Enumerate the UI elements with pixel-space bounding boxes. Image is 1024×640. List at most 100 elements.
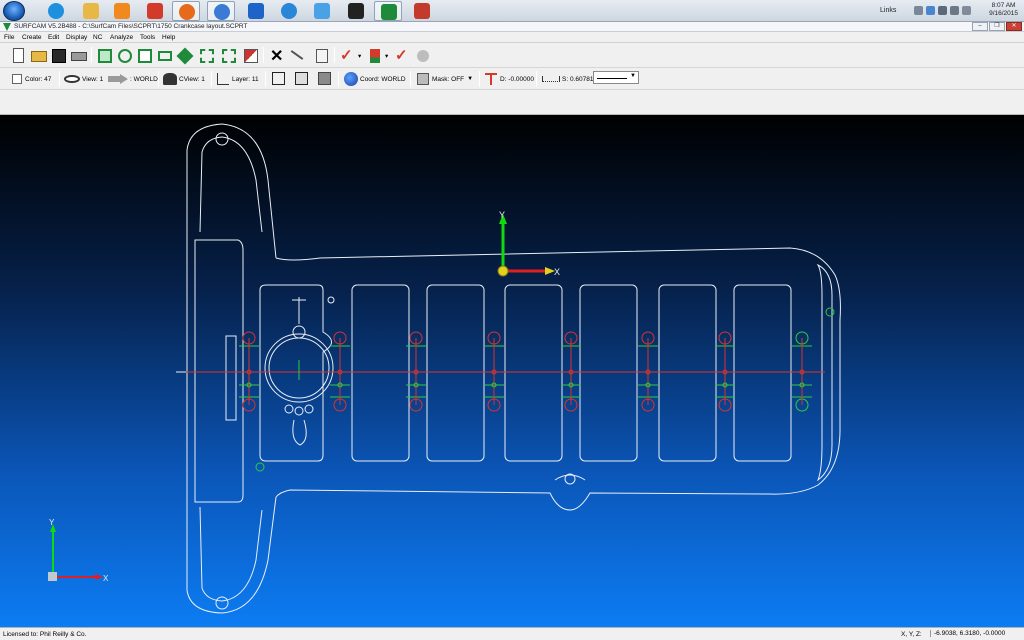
mask-selector[interactable]: Mask: OFF ▼ — [417, 72, 473, 86]
shaded-cube-icon — [318, 72, 331, 85]
redraw-button[interactable] — [242, 47, 260, 65]
delete-button[interactable]: ✕ — [268, 47, 286, 65]
taskbar-app-solidworks[interactable] — [141, 1, 169, 21]
left-slot — [225, 335, 237, 421]
work-axis-x-label: X — [554, 267, 560, 277]
menu-nc[interactable]: NC — [93, 34, 102, 41]
hidden-line-view-button[interactable] — [293, 70, 311, 88]
cursor-coordinates-value: -6.9038, 6.3180, -0.0000 — [930, 630, 1005, 637]
taskbar-app-windows[interactable] — [308, 1, 336, 21]
operations-check-icon: ✓ — [395, 47, 408, 64]
tray-app-icon[interactable] — [962, 6, 971, 15]
taskbar-app-firefox[interactable] — [172, 1, 200, 21]
surfcam-icon — [381, 4, 397, 20]
toolbar-separator — [211, 71, 212, 87]
minimize-button[interactable]: – — [972, 22, 988, 31]
taskbar-app-surfcam[interactable] — [374, 1, 402, 21]
bore-bottom-hole-right — [304, 404, 314, 414]
toolbar-separator — [334, 47, 335, 63]
cview-selector[interactable]: CView: 1 — [163, 72, 205, 86]
taskbar-app-globe[interactable] — [275, 1, 303, 21]
tray-volume-icon[interactable] — [950, 6, 959, 15]
taskbar-app-internet-explorer[interactable] — [42, 1, 70, 21]
open-file-button[interactable] — [30, 47, 48, 65]
crankcase-drawing: Y X Y X — [48, 123, 841, 614]
trim-button[interactable] — [288, 47, 306, 65]
coordinate-selector[interactable]: Coord: WORLD — [344, 72, 406, 86]
world-arrow-icon — [108, 74, 128, 84]
mask-dropdown-arrow-icon[interactable]: ▼ — [467, 76, 473, 82]
tray-network-icon[interactable] — [938, 6, 947, 15]
taskbar-app-dark[interactable] — [342, 1, 370, 21]
bottom-ear-hole — [215, 596, 229, 610]
tray-flag-icon[interactable] — [926, 6, 935, 15]
restore-button[interactable]: ❐ — [989, 22, 1005, 31]
world-label: : WORLD — [130, 75, 158, 83]
taskbar-app-media-player[interactable] — [108, 1, 136, 21]
operations-button[interactable]: ✓ — [394, 47, 412, 65]
menu-analyze[interactable]: Analyze — [110, 34, 133, 41]
line-style-preview — [597, 78, 627, 79]
menu-file[interactable]: File — [4, 34, 14, 41]
spacing-selector[interactable]: S: 0.60781 — [542, 72, 593, 86]
folder-icon — [83, 3, 99, 19]
depth-label: D: -0.00000 — [500, 75, 534, 83]
wireframe-view-button[interactable] — [270, 70, 288, 88]
globe-icon — [281, 3, 297, 19]
bay-4 — [504, 284, 563, 462]
tool-button[interactable] — [366, 47, 384, 65]
zoom-fit-button[interactable] — [156, 47, 174, 65]
verify-button[interactable]: ✓ — [339, 47, 357, 65]
calculator-button[interactable] — [313, 47, 331, 65]
line-style-dropdown[interactable]: ▼ — [593, 71, 639, 84]
new-file-button[interactable] — [10, 47, 28, 65]
shaded-view-button[interactable] — [316, 70, 334, 88]
taskbar-app-image[interactable] — [408, 1, 436, 21]
tray-clock[interactable]: 8:07 AM 9/16/2015 — [989, 2, 1018, 18]
save-button[interactable] — [50, 47, 68, 65]
construction-plane-selector[interactable]: : WORLD — [108, 72, 158, 86]
zoom-out-button[interactable] — [220, 47, 238, 65]
depth-selector[interactable]: D: -0.00000 — [485, 72, 534, 86]
color-selector[interactable]: Color: 47 — [12, 72, 51, 86]
main-body-outline — [275, 247, 841, 511]
menu-help[interactable]: Help — [162, 34, 175, 41]
bottom-ear-inner — [199, 506, 263, 602]
close-button[interactable]: ✕ — [1006, 22, 1022, 31]
zoom-all-button[interactable] — [96, 47, 114, 65]
taskbar-app-file-explorer[interactable] — [77, 1, 105, 21]
pan-arrows-icon — [176, 47, 194, 65]
view-selector[interactable]: View: 1 — [64, 72, 103, 86]
taskbar-app-6[interactable] — [242, 1, 270, 21]
layer-label: Layer: 11 — [232, 75, 259, 83]
layer-selector[interactable]: Layer: 11 — [217, 72, 259, 86]
disabled-tool-button[interactable] — [414, 47, 432, 65]
verify-dropdown-arrow-icon[interactable]: ▾ — [358, 49, 361, 63]
top-ear-inner — [199, 136, 263, 233]
solidworks-icon — [147, 3, 163, 19]
menu-tools[interactable]: Tools — [140, 34, 155, 41]
menu-edit[interactable]: Edit — [48, 34, 59, 41]
taskbar-app-browser[interactable] — [207, 1, 235, 21]
menu-display[interactable]: Display — [66, 34, 87, 41]
pan-button[interactable] — [176, 47, 194, 65]
view-triad: Y X — [48, 518, 109, 583]
menu-create[interactable]: Create — [22, 34, 42, 41]
tool-dropdown-arrow-icon[interactable]: ▾ — [385, 49, 388, 63]
windows-start-button[interactable] — [3, 1, 25, 21]
tray-links-label[interactable]: Links — [880, 7, 896, 14]
trim-icon — [290, 50, 304, 60]
toolbar-separator — [158, 71, 159, 87]
print-button[interactable] — [70, 47, 88, 65]
firefox-icon — [179, 4, 195, 20]
graphics-viewport[interactable]: Y X Y X — [0, 115, 1024, 627]
crankcase-outline — [186, 123, 841, 614]
bay-2 — [351, 284, 410, 462]
zoom-window-button[interactable] — [136, 47, 154, 65]
zoom-previous-button[interactable] — [116, 47, 134, 65]
tray-expand-icon[interactable] — [914, 6, 923, 15]
delete-x-icon: ✕ — [270, 48, 284, 65]
save-disk-icon — [52, 49, 66, 63]
prompt-bar — [0, 90, 1024, 115]
zoom-in-button[interactable] — [198, 47, 216, 65]
